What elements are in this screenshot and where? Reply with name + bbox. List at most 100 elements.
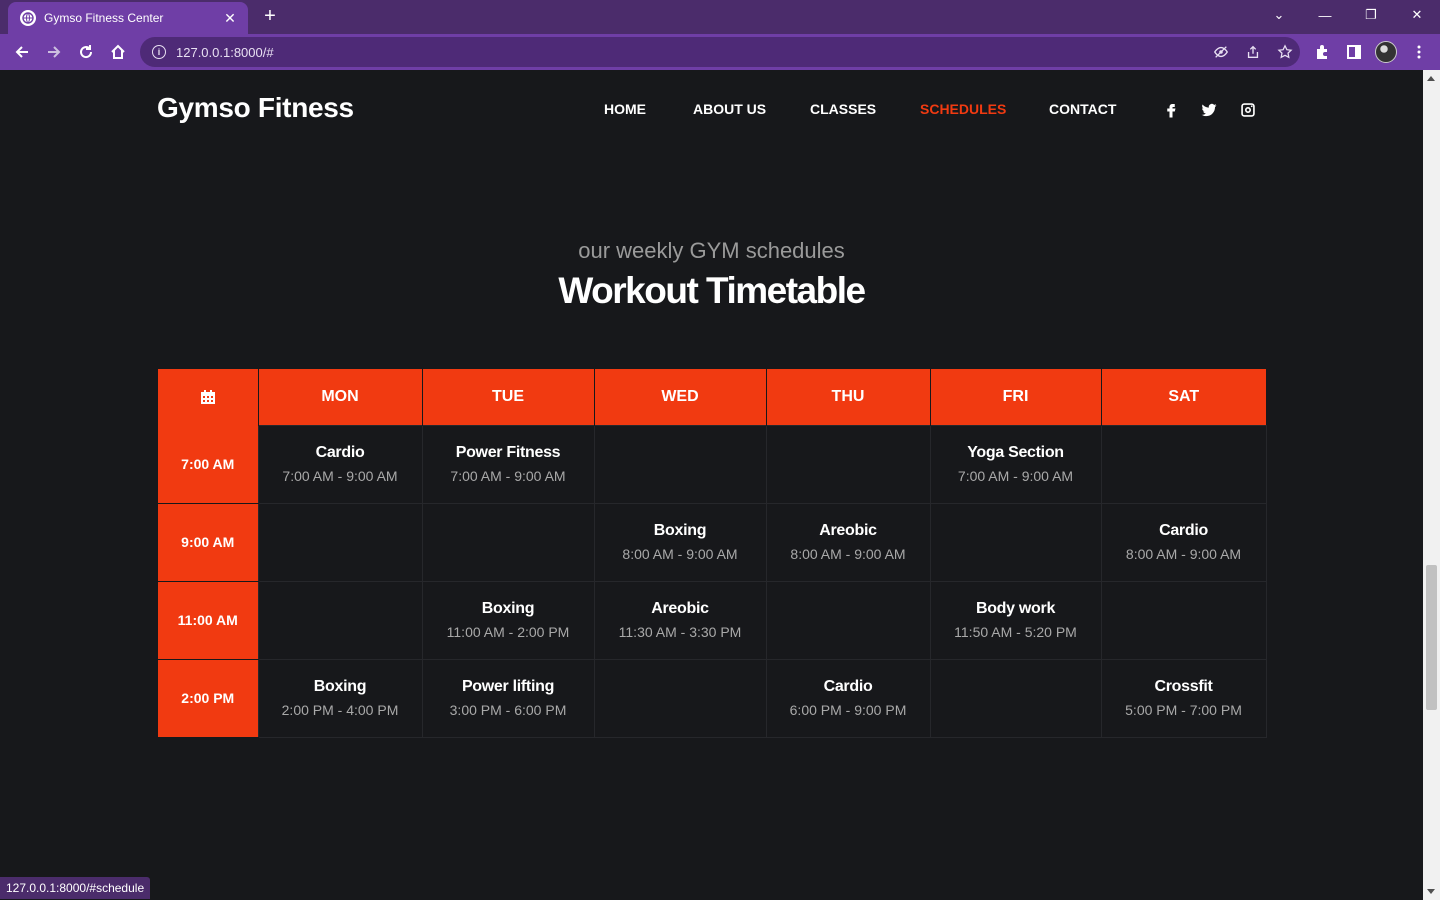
schedule-cell-tue: Power lifting 3:00 PM - 6:00 PM <box>421 658 595 738</box>
schedule-cell-thu: Cardio 6:00 PM - 9:00 PM <box>765 658 931 738</box>
schedule-cell-mon <box>257 580 423 660</box>
instagram-icon[interactable] <box>1238 100 1258 120</box>
side-panel-icon[interactable] <box>1340 38 1368 66</box>
bookmark-star-icon[interactable] <box>1276 43 1294 61</box>
day-header-tue: TUE <box>422 369 595 425</box>
close-window-button[interactable]: ✕ <box>1394 0 1440 30</box>
site-brand[interactable]: Gymso Fitness <box>157 92 354 124</box>
class-time: 5:00 PM - 7:00 PM <box>1125 702 1242 718</box>
reload-icon[interactable] <box>72 38 100 66</box>
browser-tab-bar: Gymso Fitness Center ✕ + ⌄ — ❐ ✕ <box>0 0 1440 34</box>
scroll-up-icon[interactable] <box>1427 76 1435 81</box>
schedule-cell-fri: Body work 11:50 AM - 5:20 PM <box>929 580 1102 660</box>
eye-off-icon[interactable] <box>1212 43 1230 61</box>
class-name: Areobic <box>819 522 877 539</box>
tab-title: Gymso Fitness Center <box>44 11 164 25</box>
class-name: Body work <box>975 600 1056 617</box>
home-icon[interactable] <box>104 38 132 66</box>
day-header-thu: THU <box>766 369 931 425</box>
schedule-cell-tue: Boxing 11:00 AM - 2:00 PM <box>421 580 595 660</box>
nav-home[interactable]: HOME <box>604 101 646 117</box>
schedule-cell-fri <box>929 502 1102 582</box>
globe-icon <box>20 10 36 26</box>
schedule-cell-mon <box>257 502 423 582</box>
class-name: Cardio <box>823 678 873 695</box>
back-icon[interactable] <box>8 38 36 66</box>
forward-icon[interactable] <box>40 38 68 66</box>
time-slot-label: 7:00 AM <box>158 425 258 504</box>
schedule-cell-wed: Boxing 8:00 AM - 9:00 AM <box>593 502 767 582</box>
class-name: Cardio <box>1159 522 1208 539</box>
scroll-down-icon[interactable] <box>1427 889 1435 894</box>
day-header-mon: MON <box>258 369 423 425</box>
schedule-cell-thu: Areobic 8:00 AM - 9:00 AM <box>765 502 931 582</box>
class-name: Boxing <box>653 522 707 539</box>
tab-search-button[interactable]: ⌄ <box>1256 0 1302 30</box>
restore-button[interactable]: ❐ <box>1348 0 1394 30</box>
facebook-icon[interactable] <box>1161 100 1181 120</box>
address-url: 127.0.0.1:8000/# <box>176 44 274 60</box>
profile-avatar[interactable] <box>1375 41 1397 63</box>
schedule-cell-mon: Cardio 7:00 AM - 9:00 AM <box>257 424 423 504</box>
class-time: 11:50 AM - 5:20 PM <box>954 624 1077 640</box>
browser-toolbar: i 127.0.0.1:8000/# <box>0 34 1440 70</box>
day-header-fri: FRI <box>930 369 1102 425</box>
calendar-icon <box>200 389 215 404</box>
timetable-row: 7:00 AM Cardio 7:00 AM - 9:00 AM Power Fitn… <box>158 424 1267 504</box>
nav-about-us[interactable]: ABOUT US <box>693 101 766 117</box>
extensions-icon[interactable] <box>1308 38 1336 66</box>
nav-classes[interactable]: CLASSES <box>810 101 876 117</box>
time-slot-label: 9:00 AM <box>158 503 258 582</box>
class-time: 2:00 PM - 4:00 PM <box>281 702 399 718</box>
class-name: Boxing <box>481 600 535 617</box>
share-icon[interactable] <box>1244 43 1262 61</box>
class-time: 8:00 AM - 9:00 AM <box>1125 546 1242 562</box>
section-subtitle: our weekly GYM schedules <box>578 238 845 263</box>
address-bar[interactable]: i 127.0.0.1:8000/# <box>140 37 1300 67</box>
schedule-cell-sat <box>1100 580 1267 660</box>
nav-schedules[interactable]: SCHEDULES <box>920 101 1006 117</box>
timetable-body: 7:00 AM Cardio 7:00 AM - 9:00 AM Power Fitn… <box>158 424 1267 738</box>
class-name: Yoga Section <box>967 444 1064 461</box>
time-slot-label: 11:00 AM <box>158 581 258 660</box>
tab-close-icon[interactable]: ✕ <box>222 10 238 27</box>
browser-tab[interactable]: Gymso Fitness Center ✕ <box>8 2 248 34</box>
class-time: 8:00 AM - 9:00 AM <box>622 546 738 562</box>
schedule-cell-tue: Power Fitness 7:00 AM - 9:00 AM <box>421 424 595 504</box>
new-tab-button[interactable]: + <box>258 5 282 29</box>
scroll-thumb[interactable] <box>1426 565 1437 710</box>
schedule-cell-wed <box>593 658 767 738</box>
class-time: 7:00 AM - 9:00 AM <box>957 468 1074 484</box>
class-time: 7:00 AM - 9:00 AM <box>450 468 566 484</box>
schedule-cell-fri: Yoga Section 7:00 AM - 9:00 AM <box>929 424 1102 504</box>
class-time: 11:00 AM - 2:00 PM <box>446 624 570 640</box>
site-info-icon[interactable]: i <box>152 45 166 59</box>
class-time: 7:00 AM - 9:00 AM <box>282 468 398 484</box>
page-scrollbar[interactable] <box>1423 70 1440 900</box>
calendar-header-cell <box>158 369 259 425</box>
class-name: Power lifting <box>461 678 555 695</box>
class-name: Cardio <box>315 444 365 461</box>
schedule-cell-thu <box>765 580 931 660</box>
time-slot-label: 2:00 PM <box>158 659 258 738</box>
schedule-cell-fri <box>929 658 1102 738</box>
schedule-cell-sat: Crossfit 5:00 PM - 7:00 PM <box>1100 658 1267 738</box>
class-name: Boxing <box>313 678 367 695</box>
timetable-row: 11:00 AM Boxing 11:00 AM - 2:00 PM Areobic 1… <box>158 580 1267 660</box>
class-name: Power Fitness <box>455 444 561 461</box>
menu-kebab-icon[interactable] <box>1405 38 1433 66</box>
class-time: 8:00 AM - 9:00 AM <box>790 546 906 562</box>
minimize-button[interactable]: — <box>1302 0 1348 30</box>
timetable-row: 2:00 PM Boxing 2:00 PM - 4:00 PM Power lift… <box>158 658 1267 738</box>
class-time: 11:30 AM - 3:30 PM <box>618 624 742 640</box>
schedule-cell-wed: Areobic 11:30 AM - 3:30 PM <box>593 580 767 660</box>
twitter-icon[interactable] <box>1199 100 1219 120</box>
day-header-sat: SAT <box>1101 369 1266 425</box>
nav-contact[interactable]: CONTACT <box>1049 101 1116 117</box>
class-name: Areobic <box>651 600 709 617</box>
workout-timetable: MON TUE WED THU FRI SAT 7:00 AM Cardio 7:0… <box>158 369 1267 738</box>
page-viewport: Gymso Fitness HOME ABOUT US CLASSES SCHE… <box>0 70 1423 900</box>
schedule-cell-tue <box>421 502 595 582</box>
section-title: Workout Timetable <box>558 270 866 311</box>
schedule-cell-sat <box>1100 424 1267 504</box>
